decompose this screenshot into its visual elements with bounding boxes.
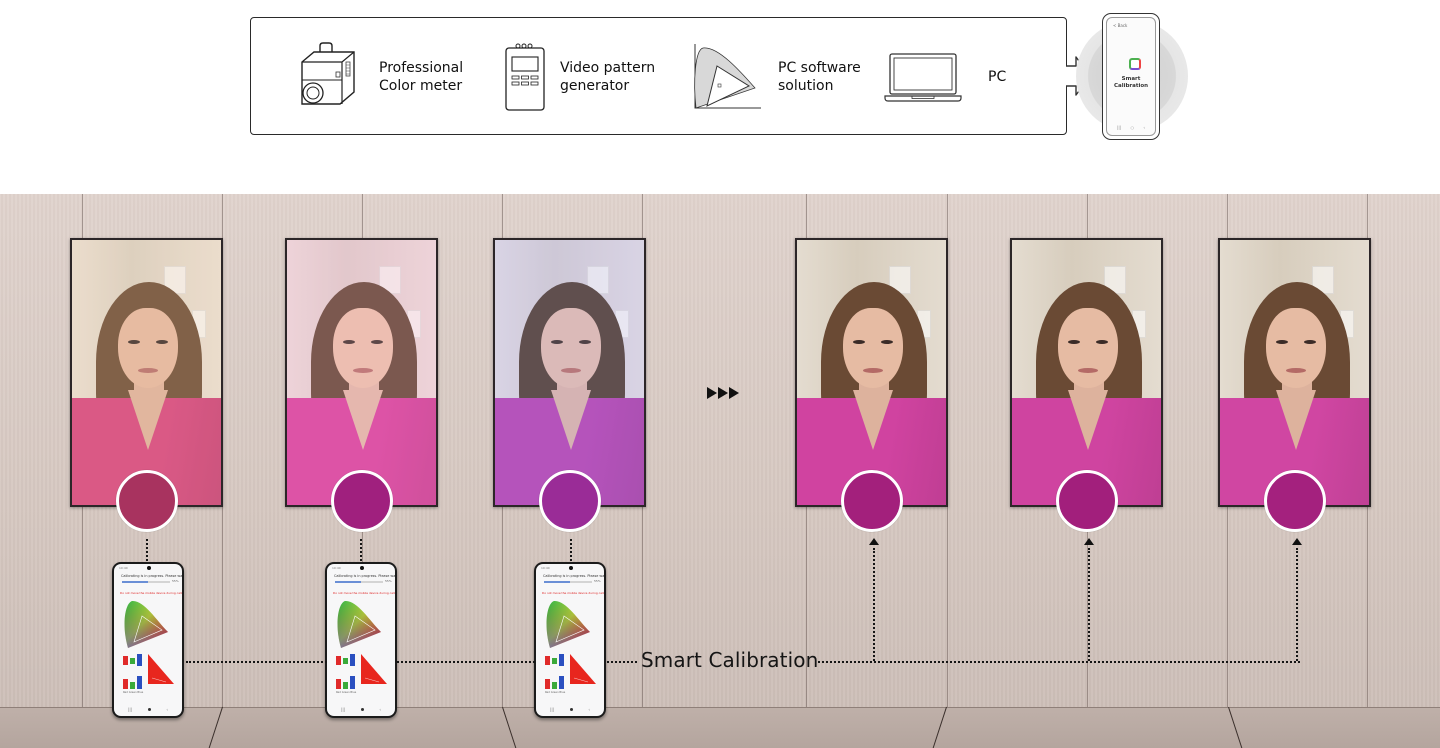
- camera-dot: [147, 566, 151, 570]
- color-meter-icon: [301, 42, 355, 105]
- red-gamut-triangle: [148, 654, 174, 684]
- calibration-progress-bar: [122, 581, 170, 583]
- progress-fill: [122, 581, 149, 583]
- color-swatch-after-2: [1056, 470, 1118, 532]
- color-swatch-before-3: [539, 470, 601, 532]
- gamut-chart-icon: [694, 44, 761, 109]
- connector-dots: [607, 661, 637, 663]
- camera-dot: [360, 566, 364, 570]
- chart-legend: Red Green Blue: [123, 691, 144, 694]
- color-cast: [1220, 240, 1369, 505]
- phone-clock: 10:40: [541, 566, 550, 570]
- color-swatch-before-2: [331, 470, 393, 532]
- calibration-warning: Do not move the mobile device during cal…: [542, 591, 604, 595]
- color-swatch-before-1: [116, 470, 178, 532]
- phone-nav-bar: ||| ‹: [128, 707, 168, 712]
- phone-nav-bar: ||| ‹: [341, 707, 381, 712]
- connector-dots: [146, 539, 148, 561]
- connector-dots: [1088, 548, 1090, 661]
- color-swatch-after-3: [1264, 470, 1326, 532]
- display-after-1: [795, 238, 948, 507]
- smart-calibration-app-name: Smart Calibration: [1113, 76, 1149, 89]
- legacy-label-color-meter: Professional Color meter: [379, 60, 464, 94]
- connector-dots: [818, 661, 1300, 663]
- cie-gamut-chart: [546, 600, 590, 648]
- progress-percent: 55%: [172, 579, 179, 583]
- red-gamut-triangle: [570, 654, 596, 684]
- phone-nav-bar: ||| ○ ‹: [1117, 125, 1145, 130]
- legacy-item-pattern-generator: Video pattern generator: [504, 18, 655, 136]
- rgb-bar-chart: [545, 654, 564, 689]
- calibration-warning: Do not move the mobile device during cal…: [333, 591, 395, 595]
- connector-dots: [873, 548, 875, 661]
- calibration-progress-bar: [335, 581, 383, 583]
- legacy-label-pc: PC: [988, 69, 1007, 85]
- phone-screen: 10:40 Calibrating is in progress. Please…: [114, 564, 182, 716]
- legacy-item-color-meter: Professional Color meter: [296, 18, 463, 136]
- color-swatch-after-1: [841, 470, 903, 532]
- phone-screen: 10:40 Calibrating is in progress. Please…: [327, 564, 395, 716]
- legacy-item-pc: PC: [884, 18, 1006, 136]
- connector-dots: [360, 539, 362, 561]
- display-after-2: [1010, 238, 1163, 507]
- phone-screen: 10:40 Calibrating is in progress. Please…: [536, 564, 604, 716]
- legacy-label-pc-software: PC software solution: [778, 60, 861, 94]
- calibration-phone: 10:40 Calibrating is in progress. Please…: [112, 562, 184, 718]
- fast-forward-icon: [707, 387, 739, 399]
- display-before-3: [493, 238, 646, 507]
- display-after-3: [1218, 238, 1371, 507]
- phone-back-label: < Back: [1113, 23, 1128, 28]
- connector-dots: [397, 661, 535, 663]
- legacy-calibration-workflow: Professional Color meter Video pattern g…: [250, 17, 1067, 135]
- legacy-label-pattern-generator: Video pattern generator: [560, 60, 656, 94]
- phone-screen: < Back Smart Calibration ||| ○ ‹: [1106, 17, 1156, 136]
- smart-calibration-phone: < Back Smart Calibration ||| ○ ‹: [1102, 13, 1160, 140]
- cie-gamut-chart: [337, 600, 381, 648]
- progress-percent: 55%: [594, 579, 601, 583]
- phone-nav-bar: ||| ‹: [550, 707, 590, 712]
- connector-dots: [570, 539, 572, 561]
- red-gamut-triangle: [361, 654, 387, 684]
- rgb-bar-chart: [123, 654, 142, 689]
- calibration-status-message: Calibrating is in progress. Please wait.: [543, 574, 604, 578]
- chart-legend: Red Green Blue: [336, 691, 357, 694]
- arrow-up-icon: [869, 538, 879, 545]
- arrow-up-icon: [1084, 538, 1094, 545]
- calibration-warning: Do not move the mobile device during cal…: [120, 591, 182, 595]
- legacy-item-pc-software: PC software solution: [693, 18, 861, 136]
- color-cast: [495, 240, 644, 505]
- camera-dot: [569, 566, 573, 570]
- calibration-status-message: Calibrating is in progress. Please wait.: [121, 574, 182, 578]
- color-cast: [1012, 240, 1161, 505]
- laptop-icon: [884, 53, 962, 102]
- calibration-progress-bar: [544, 581, 592, 583]
- progress-fill: [335, 581, 362, 583]
- rgb-bar-chart: [336, 654, 355, 689]
- calibration-phone: 10:40 Calibrating is in progress. Please…: [534, 562, 606, 718]
- display-before-1: [70, 238, 223, 507]
- calibration-status-message: Calibrating is in progress. Please wait.: [334, 574, 395, 578]
- progress-percent: 55%: [385, 579, 392, 583]
- smart-calibration-app-icon: [1129, 58, 1141, 70]
- color-cast: [287, 240, 436, 505]
- pattern-generator-icon: [505, 43, 545, 111]
- phone-clock: 10:40: [332, 566, 341, 570]
- arrow-up-icon: [1292, 538, 1302, 545]
- color-cast: [797, 240, 946, 505]
- connector-dots: [186, 661, 327, 663]
- calibration-phone: 10:40 Calibrating is in progress. Please…: [325, 562, 397, 718]
- phone-clock: 10:40: [119, 566, 128, 570]
- connector-dots: [1296, 548, 1298, 661]
- color-cast: [72, 240, 221, 505]
- chart-legend: Red Green Blue: [545, 691, 566, 694]
- cie-gamut-chart: [124, 600, 168, 648]
- calibration-scene: 10:40 Calibrating is in progress. Please…: [0, 194, 1440, 748]
- smart-calibration-label: Smart Calibration: [641, 648, 819, 672]
- progress-fill: [544, 581, 571, 583]
- display-before-2: [285, 238, 438, 507]
